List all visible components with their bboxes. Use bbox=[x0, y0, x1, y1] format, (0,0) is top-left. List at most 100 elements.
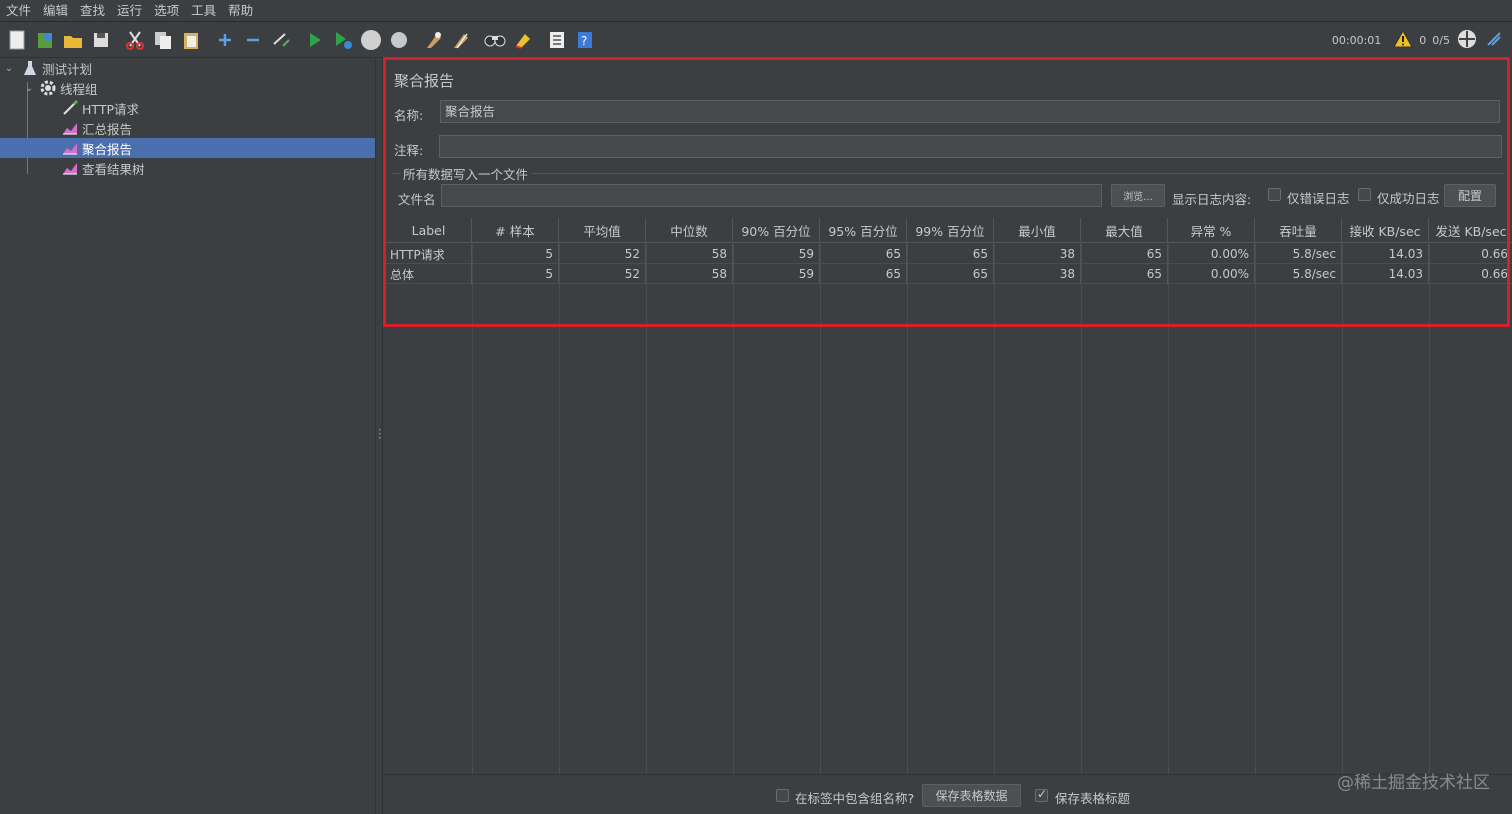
menu-search[interactable]: 查找 bbox=[74, 0, 111, 22]
save-icon[interactable] bbox=[90, 29, 112, 51]
toolbar: ? 00:00:01 0 0/5 bbox=[0, 22, 1512, 58]
configure-button[interactable]: 配置 bbox=[1444, 184, 1496, 207]
watermark: @稀土掘金技术社区 bbox=[1337, 773, 1490, 793]
table-cell: 0.00% bbox=[1168, 264, 1255, 284]
name-field[interactable]: 聚合报告 bbox=[440, 100, 1500, 123]
menu-edit[interactable]: 编辑 bbox=[37, 0, 74, 22]
tree-item-view-results-tree[interactable]: 查看结果树 bbox=[0, 158, 375, 178]
col-error[interactable]: 异常 % bbox=[1168, 218, 1255, 243]
tree-item-test-plan[interactable]: ⌄ 测试计划 bbox=[0, 58, 375, 78]
warning-icon[interactable] bbox=[1393, 29, 1414, 51]
menu-help[interactable]: 帮助 bbox=[222, 0, 259, 22]
svg-text:?: ? bbox=[581, 34, 587, 48]
stopwatch-icon[interactable] bbox=[1484, 29, 1504, 52]
results-table: Label # 样本 平均值 中位数 90% 百分位 95% 百分位 99% 百… bbox=[386, 218, 1512, 774]
copy-icon[interactable] bbox=[152, 29, 174, 51]
col-95-percentile[interactable]: 95% 百分位 bbox=[820, 218, 907, 243]
collapse-icon[interactable] bbox=[242, 29, 264, 51]
chart-icon bbox=[62, 160, 78, 176]
menu-bar: 文件 编辑 查找 运行 选项 工具 帮助 bbox=[0, 0, 1512, 22]
clear-icon[interactable] bbox=[422, 29, 444, 51]
function-helper-icon[interactable] bbox=[546, 29, 568, 51]
new-icon[interactable] bbox=[6, 29, 28, 51]
col-max[interactable]: 最大值 bbox=[1081, 218, 1168, 243]
col-sent[interactable]: 发送 KB/sec bbox=[1429, 218, 1512, 243]
col-samples[interactable]: # 样本 bbox=[472, 218, 559, 243]
col-99-percentile[interactable]: 99% 百分位 bbox=[907, 218, 994, 243]
column-divider bbox=[559, 243, 560, 774]
col-average[interactable]: 平均值 bbox=[559, 218, 646, 243]
table-cell: 5.8/sec bbox=[1255, 264, 1342, 284]
table-cell: 65 bbox=[1081, 244, 1168, 264]
comment-label: 注释: bbox=[394, 143, 424, 158]
browse-button[interactable]: 浏览... bbox=[1111, 184, 1165, 207]
templates-icon[interactable] bbox=[34, 29, 56, 51]
table-cell: 65 bbox=[820, 244, 907, 264]
menu-file[interactable]: 文件 bbox=[0, 0, 37, 22]
cut-icon[interactable] bbox=[124, 29, 146, 51]
tree-item-aggregate-report[interactable]: 聚合报告 bbox=[0, 138, 375, 158]
search-icon[interactable] bbox=[484, 29, 506, 51]
paste-icon[interactable] bbox=[180, 29, 202, 51]
table-cell: 58 bbox=[646, 264, 733, 284]
file-label: 文件名 bbox=[398, 192, 436, 207]
menu-run[interactable]: 运行 bbox=[111, 0, 148, 22]
col-label[interactable]: Label bbox=[386, 218, 472, 243]
table-cell: 52 bbox=[559, 264, 646, 284]
table-cell: 总体 bbox=[386, 264, 472, 284]
group-label: 所有数据写入一个文件 bbox=[400, 164, 532, 183]
splitter-grip-icon[interactable]: · · · bbox=[378, 424, 382, 444]
tree-item-summary-report[interactable]: 汇总报告 bbox=[0, 118, 375, 138]
include-group-checkbox[interactable] bbox=[776, 789, 789, 802]
menu-options[interactable]: 选项 bbox=[148, 0, 185, 22]
success-only-checkbox[interactable] bbox=[1358, 188, 1371, 201]
group-divider bbox=[392, 173, 1504, 174]
test-plan-tree: ⌄ 测试计划 ⌄ 线程组 HTTP请求 汇总报告 聚合报告 查看结果树 bbox=[0, 58, 375, 814]
reset-search-icon[interactable] bbox=[512, 29, 534, 51]
save-table-header-label: 保存表格标题 bbox=[1055, 791, 1131, 806]
column-divider bbox=[646, 243, 647, 774]
column-divider bbox=[472, 243, 473, 774]
col-min[interactable]: 最小值 bbox=[994, 218, 1081, 243]
column-divider bbox=[994, 243, 995, 774]
start-no-pause-icon[interactable] bbox=[332, 29, 354, 51]
include-group-label: 在标签中包含组名称? bbox=[795, 791, 915, 806]
open-icon[interactable] bbox=[62, 29, 84, 51]
table-cell: 14.03 bbox=[1342, 264, 1429, 284]
table-cell: 5.8/sec bbox=[1255, 244, 1342, 264]
col-90-percentile[interactable]: 90% 百分位 bbox=[733, 218, 820, 243]
table-cell: 59 bbox=[733, 244, 820, 264]
save-table-header-checkbox[interactable] bbox=[1035, 787, 1048, 802]
table-cell: 0.00% bbox=[1168, 244, 1255, 264]
chevron-down-icon[interactable]: ⌄ bbox=[22, 83, 36, 94]
filename-field[interactable] bbox=[441, 184, 1102, 207]
expand-icon[interactable] bbox=[214, 29, 236, 51]
thread-count: 0/5 bbox=[1432, 33, 1450, 47]
col-median[interactable]: 中位数 bbox=[646, 218, 733, 243]
stop-icon[interactable] bbox=[360, 29, 382, 51]
comment-field[interactable] bbox=[439, 135, 1502, 158]
table-header: Label # 样本 平均值 中位数 90% 百分位 95% 百分位 99% 百… bbox=[386, 218, 1512, 243]
table-row[interactable]: 总体 5 52 58 59 65 65 38 65 0.00% 5.8/sec … bbox=[386, 264, 1512, 284]
errors-only-checkbox[interactable] bbox=[1268, 188, 1281, 201]
tree-item-thread-group[interactable]: ⌄ 线程组 bbox=[0, 78, 375, 98]
chevron-down-icon[interactable]: ⌄ bbox=[2, 63, 16, 74]
warning-count: 0 bbox=[1419, 33, 1427, 47]
menu-tools[interactable]: 工具 bbox=[185, 0, 222, 22]
name-label: 名称: bbox=[394, 108, 424, 123]
remote-icon[interactable] bbox=[1456, 28, 1478, 53]
shutdown-icon[interactable] bbox=[388, 29, 410, 51]
save-table-data-button[interactable]: 保存表格数据 bbox=[922, 784, 1021, 807]
pipette-icon bbox=[62, 100, 78, 116]
col-throughput[interactable]: 吞吐量 bbox=[1255, 218, 1342, 243]
table-row[interactable]: HTTP请求 5 52 58 59 65 65 38 65 0.00% 5.8/… bbox=[386, 244, 1512, 264]
flask-icon bbox=[22, 60, 38, 76]
tree-item-label: 查看结果树 bbox=[82, 161, 145, 177]
splitter[interactable]: · · · bbox=[375, 58, 383, 814]
tree-item-http-request[interactable]: HTTP请求 bbox=[0, 98, 375, 118]
start-icon[interactable] bbox=[304, 29, 326, 51]
help-icon[interactable]: ? bbox=[574, 29, 596, 51]
col-received[interactable]: 接收 KB/sec bbox=[1342, 218, 1429, 243]
toggle-icon[interactable] bbox=[270, 29, 292, 51]
clear-all-icon[interactable] bbox=[450, 29, 472, 51]
